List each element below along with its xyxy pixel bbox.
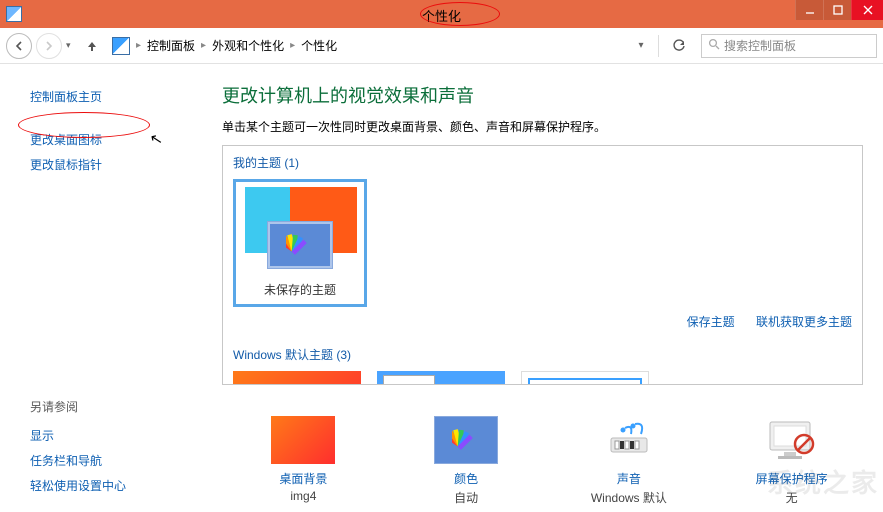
wallpaper-icon — [271, 416, 335, 464]
page-title: 更改计算机上的视觉效果和声音 — [222, 82, 863, 108]
title-bar: 个性化 — [0, 0, 883, 28]
minimize-button[interactable] — [795, 0, 823, 20]
desktop-background-item[interactable]: 桌面背景 img4 — [234, 416, 372, 506]
default-theme-tile[interactable] — [521, 371, 649, 385]
default-theme-tile[interactable] — [377, 371, 505, 385]
theme-tile-selected[interactable]: 未保存的主题 — [233, 179, 367, 307]
chevron-right-icon: ▸ — [136, 40, 141, 51]
sound-item[interactable]: 声音 Windows 默认 — [560, 416, 698, 506]
color-icon — [434, 416, 498, 464]
default-theme-tile[interactable] — [233, 371, 361, 385]
chevron-right-icon: ▸ — [290, 40, 295, 51]
color-item[interactable]: 颜色 自动 — [397, 416, 535, 506]
my-themes-header: 我的主题 (1) — [223, 146, 862, 175]
theme-thumbnail — [241, 187, 359, 277]
theme-links: 保存主题 联机获取更多主题 — [223, 307, 862, 338]
see-also-link-display[interactable]: 显示 — [30, 423, 126, 448]
bottom-settings-row: 桌面背景 img4 颜色 — [222, 416, 873, 506]
page-subtitle: 单击某个主题可一次性同时更改桌面背景、颜色、声音和屏幕保护程序。 — [222, 118, 863, 135]
sidebar-see-also: 另请参阅 显示 任务栏和导航 轻松使用设置中心 — [30, 398, 126, 498]
sidebar-link-desktop-icons[interactable]: 更改桌面图标 — [30, 127, 198, 152]
default-themes-header: Windows 默认主题 (3) — [223, 338, 862, 367]
up-button[interactable] — [82, 36, 102, 56]
see-also-link-ease[interactable]: 轻松使用设置中心 — [30, 473, 126, 498]
item-label: 屏幕保护程序 — [723, 470, 861, 487]
refresh-button[interactable] — [667, 34, 691, 58]
item-label: 桌面背景 — [234, 470, 372, 487]
forward-button[interactable] — [36, 33, 62, 59]
item-value: 无 — [723, 489, 861, 506]
sidebar: 控制面板主页 更改桌面图标 更改鼠标指针 ↖ 另请参阅 显示 任务栏和导航 轻松… — [0, 64, 208, 512]
body: 控制面板主页 更改桌面图标 更改鼠标指针 ↖ 另请参阅 显示 任务栏和导航 轻松… — [0, 64, 883, 512]
screensaver-item[interactable]: 屏幕保护程序 无 — [723, 416, 861, 506]
theme-name: 未保存的主题 — [241, 281, 359, 298]
sidebar-home-link[interactable]: 控制面板主页 — [30, 84, 198, 109]
color-fan-icon — [452, 426, 480, 454]
sidebar-link-mouse-pointers[interactable]: 更改鼠标指针 — [30, 152, 198, 177]
close-button[interactable] — [851, 0, 883, 20]
item-value: 自动 — [397, 489, 535, 506]
item-value: img4 — [234, 489, 372, 503]
back-button[interactable] — [6, 33, 32, 59]
breadcrumb-item[interactable]: 个性化 — [297, 35, 341, 56]
divider — [658, 35, 659, 57]
search-placeholder: 搜索控制面板 — [724, 37, 796, 54]
main-content: 更改计算机上的视觉效果和声音 单击某个主题可一次性同时更改桌面背景、颜色、声音和… — [208, 64, 883, 512]
search-input[interactable]: 搜索控制面板 — [701, 34, 877, 58]
breadcrumb[interactable]: ▸ 控制面板 ▸ 外观和个性化 ▸ 个性化 — [136, 35, 628, 56]
get-more-themes-link[interactable]: 联机获取更多主题 — [756, 315, 852, 329]
sound-icon — [597, 416, 661, 464]
app-icon — [6, 6, 22, 22]
color-swatch-icon — [267, 221, 333, 269]
history-dropdown[interactable]: ▾ — [66, 40, 78, 51]
see-also-link-taskbar[interactable]: 任务栏和导航 — [30, 448, 126, 473]
see-also-header: 另请参阅 — [30, 398, 126, 415]
item-label: 颜色 — [397, 470, 535, 487]
breadcrumb-item[interactable]: 控制面板 — [143, 35, 199, 56]
maximize-button[interactable] — [823, 0, 851, 20]
address-dropdown[interactable]: ▾ — [632, 40, 650, 51]
screensaver-icon — [760, 416, 824, 464]
default-themes-row — [223, 367, 862, 385]
nav-bar: ▾ ▸ 控制面板 ▸ 外观和个性化 ▸ 个性化 ▾ 搜索控制面板 — [0, 28, 883, 64]
breadcrumb-item[interactable]: 外观和个性化 — [208, 35, 288, 56]
window-controls — [795, 0, 883, 22]
window-title: 个性化 — [422, 6, 461, 25]
search-icon — [708, 38, 720, 53]
item-value: Windows 默认 — [560, 489, 698, 506]
address-icon — [112, 37, 130, 55]
themes-panel: 我的主题 (1) — [222, 145, 863, 385]
chevron-right-icon: ▸ — [201, 40, 206, 51]
item-label: 声音 — [560, 470, 698, 487]
color-fan-icon — [286, 231, 314, 259]
save-theme-link[interactable]: 保存主题 — [687, 315, 735, 329]
